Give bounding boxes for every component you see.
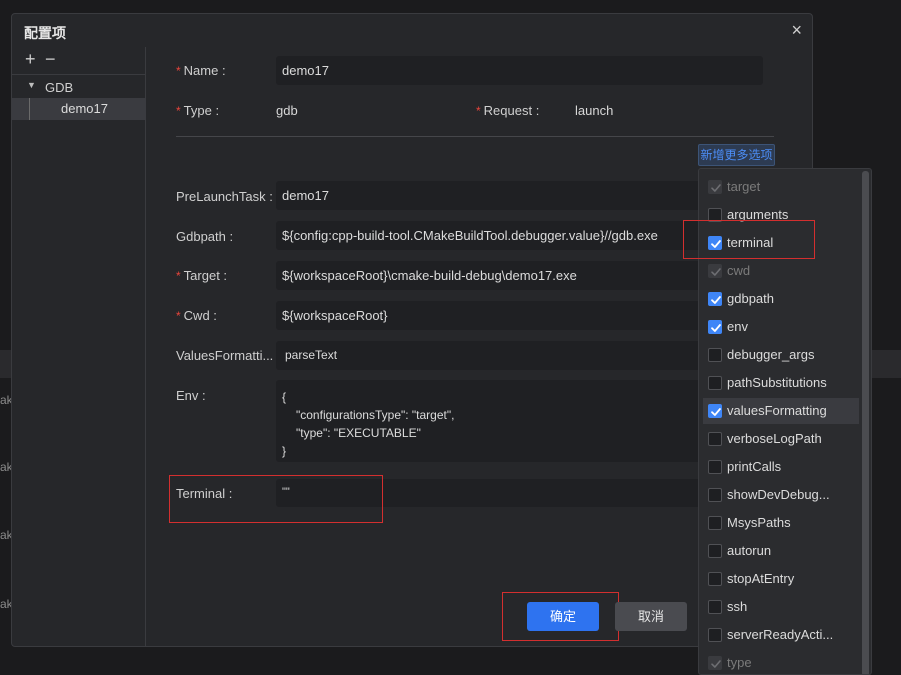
option-gdbpath[interactable]: gdbpath (703, 286, 859, 312)
name-label: * Name : (176, 63, 226, 78)
cwd-label: * Cwd : (176, 308, 217, 323)
gdbpath-label: Gdbpath : (176, 229, 234, 244)
checkbox-icon[interactable] (708, 320, 722, 334)
cancel-button[interactable]: 取消 (615, 602, 687, 631)
option-label: ssh (727, 599, 748, 614)
option-pathsubstitutions[interactable]: pathSubstitutions (703, 370, 859, 396)
required-mark: * (476, 104, 481, 118)
option-cwd: cwd (703, 258, 859, 284)
option-stopatentry[interactable]: stopAtEntry (703, 566, 859, 592)
option-showdevdebug[interactable]: showDevDebug... (703, 482, 859, 508)
env-line: } (282, 444, 287, 458)
option-label: cwd (727, 263, 751, 278)
sidebar-actions: + − (12, 47, 145, 75)
cwd-input[interactable]: ${workspaceRoot} (276, 301, 706, 330)
tree-item-demo17[interactable]: demo17 (12, 98, 146, 120)
env-line: "configurationsType": "target", (296, 408, 455, 422)
option-label: printCalls (727, 459, 782, 474)
checkbox-icon (708, 180, 722, 194)
option-label: autorun (727, 543, 772, 558)
checkbox-icon[interactable] (708, 516, 722, 530)
option-label: serverReadyActi... (727, 627, 834, 642)
prelaunch-label: PreLaunchTask : (176, 189, 273, 204)
checkbox-icon (708, 264, 722, 278)
option-valuesformatting[interactable]: valuesFormatting (703, 398, 859, 424)
close-icon[interactable]: × (791, 21, 802, 39)
remove-config-icon[interactable]: − (45, 50, 56, 68)
required-mark: * (176, 104, 181, 118)
option-label: pathSubstitutions (727, 375, 827, 390)
checkbox-icon[interactable] (708, 404, 722, 418)
type-label: * Type : (176, 103, 220, 118)
required-mark: * (176, 309, 181, 323)
option-autorun[interactable]: autorun (703, 538, 859, 564)
type-value: gdb (276, 103, 298, 118)
option-ssh[interactable]: ssh (703, 594, 859, 620)
target-label: * Target : (176, 268, 228, 283)
env-label: Env : (176, 388, 206, 403)
prelaunch-input[interactable]: demo17 (276, 181, 706, 210)
tree-group-label: GDB (45, 80, 74, 95)
option-label: valuesFormatting (727, 403, 827, 418)
required-mark: * (176, 64, 181, 78)
option-label: stopAtEntry (727, 571, 795, 586)
dropdown-scrollbar[interactable] (862, 171, 869, 674)
gdbpath-input[interactable]: ${config:cpp-build-tool.CMakeBuildTool.d… (276, 221, 706, 250)
option-label: showDevDebug... (727, 487, 830, 502)
option-serverreadyacti[interactable]: serverReadyActi... (703, 622, 859, 648)
checkbox-icon[interactable] (708, 376, 722, 390)
env-line: "type": "EXECUTABLE" (296, 426, 421, 440)
checkbox-icon[interactable] (708, 292, 722, 306)
required-mark: * (176, 269, 181, 283)
config-dialog: 配置项 × + − ▼ GDB demo17 (11, 13, 813, 647)
option-label: env (727, 319, 748, 334)
checkbox-icon[interactable] (708, 628, 722, 642)
option-env[interactable]: env (703, 314, 859, 340)
option-target: target (703, 174, 859, 200)
env-line: { (282, 390, 287, 404)
option-label: gdbpath (727, 291, 774, 306)
ok-button[interactable]: 确定 (527, 602, 599, 631)
request-label: * Request : (476, 103, 540, 118)
tree-item-label: demo17 (61, 101, 108, 116)
name-input[interactable]: demo17 (276, 56, 763, 85)
caret-down-icon[interactable]: ▼ (27, 80, 36, 90)
env-editor[interactable]: { "configurationsType": "target", "type"… (276, 380, 706, 462)
option-label: debugger_args (727, 347, 815, 362)
highlight-box (169, 475, 383, 523)
config-sidebar: + − ▼ GDB demo17 (12, 47, 146, 647)
option-type: type (703, 650, 859, 674)
tree-guide-line (29, 98, 30, 120)
option-label: MsysPaths (727, 515, 791, 530)
checkbox-icon[interactable] (708, 460, 722, 474)
option-printcalls[interactable]: printCalls (703, 454, 859, 480)
option-msyspaths[interactable]: MsysPaths (703, 510, 859, 536)
checkbox-icon[interactable] (708, 488, 722, 502)
checkbox-icon (708, 656, 722, 670)
option-label: verboseLogPath (727, 431, 822, 446)
checkbox-icon[interactable] (708, 544, 722, 558)
add-config-icon[interactable]: + (25, 50, 36, 68)
checkbox-icon[interactable] (708, 600, 722, 614)
option-label: type (727, 655, 752, 670)
values-formatting-select[interactable]: parseText (276, 341, 706, 370)
add-more-options-button[interactable]: 新增更多选项 (698, 144, 775, 166)
tree-group-gdb[interactable]: ▼ GDB (12, 78, 146, 98)
option-label: target (727, 179, 761, 194)
values-formatting-label: ValuesFormatti... (176, 348, 274, 363)
dialog-title: 配置项 (24, 25, 66, 41)
highlight-box (683, 220, 815, 259)
request-value: launch (575, 103, 614, 118)
option-debugger-args[interactable]: debugger_args (703, 342, 859, 368)
checkbox-icon[interactable] (708, 432, 722, 446)
checkbox-icon[interactable] (708, 572, 722, 586)
option-verboselogpath[interactable]: verboseLogPath (703, 426, 859, 452)
target-input[interactable]: ${workspaceRoot}\cmake-build-debug\demo1… (276, 261, 706, 290)
checkbox-icon[interactable] (708, 348, 722, 362)
section-divider (176, 136, 774, 137)
